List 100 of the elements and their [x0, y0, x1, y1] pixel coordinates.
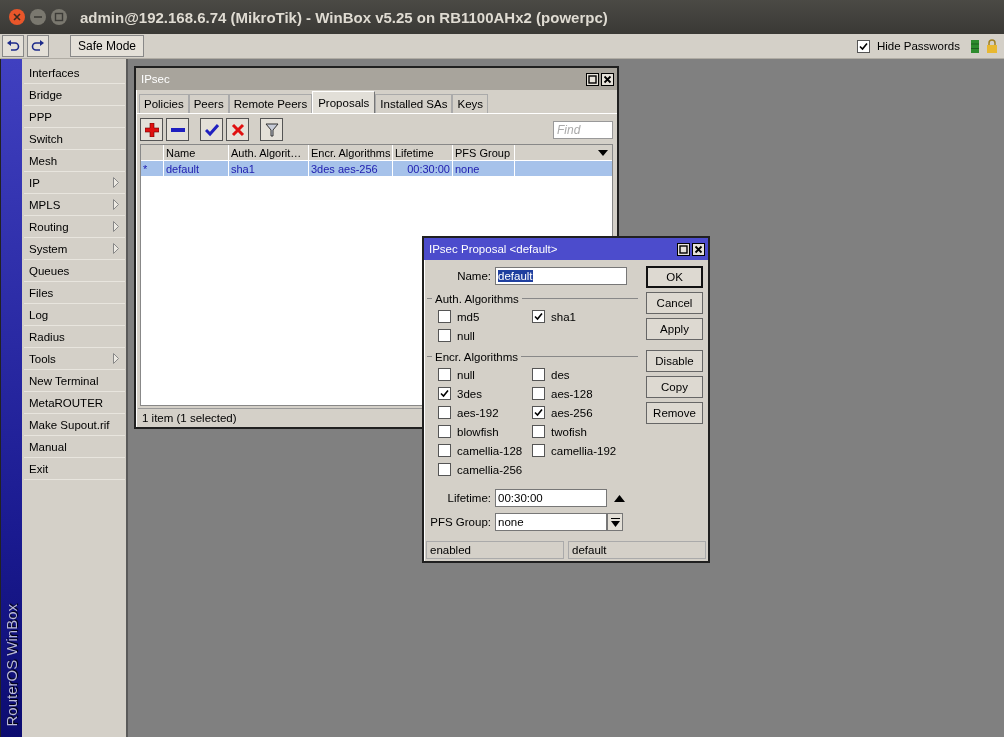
- menu-item[interactable]: Switch: [24, 128, 125, 150]
- menu-item[interactable]: Radius: [24, 326, 125, 348]
- dialog-button[interactable]: Disable: [646, 350, 703, 372]
- column-header[interactable]: PFS Group: [453, 145, 515, 160]
- table-cell: 3des aes-256: [309, 161, 393, 176]
- table-cell: 00:30:00: [393, 161, 453, 176]
- menu-item[interactable]: Manual: [24, 436, 125, 458]
- submenu-arrow-icon: [113, 353, 119, 364]
- dialog-button[interactable]: OK: [646, 266, 703, 288]
- checkbox-label: blowfish: [457, 425, 499, 438]
- dialog-button[interactable]: Cancel: [646, 292, 703, 314]
- tab[interactable]: Peers: [188, 94, 229, 113]
- checkbox[interactable]: [532, 425, 545, 438]
- column-header[interactable]: Name: [164, 145, 229, 160]
- checkbox-label: camellia-192: [551, 444, 617, 457]
- dialog-button[interactable]: Copy: [646, 376, 703, 398]
- column-header[interactable]: Auth. Algorit…: [229, 145, 309, 160]
- menu-item[interactable]: Queues: [24, 260, 125, 282]
- maximize-icon[interactable]: [586, 72, 599, 86]
- maximize-icon[interactable]: [677, 242, 690, 256]
- filter-button[interactable]: [260, 118, 283, 141]
- field-label: PFS Group:: [429, 516, 492, 528]
- close-icon[interactable]: [692, 242, 705, 256]
- window-controls-icon[interactable]: [8, 8, 68, 26]
- dropdown-arrow-icon[interactable]: [598, 149, 608, 156]
- checkbox[interactable]: [438, 387, 451, 400]
- window-title: admin@192.168.6.74 (MikroTik) - WinBox v5.25 on RB1100AHx2 (powerpc): [80, 8, 608, 26]
- tab[interactable]: Installed SAs: [375, 94, 453, 113]
- table-row[interactable]: * default sha1 3des aes-256 00:30:00 none: [141, 161, 612, 176]
- remove-button[interactable]: [166, 118, 189, 141]
- checkbox-label: aes-192: [457, 406, 499, 419]
- enable-button[interactable]: [200, 118, 223, 141]
- undo-button[interactable]: [2, 35, 24, 57]
- undo-icon: [6, 40, 20, 52]
- column-header[interactable]: Encr. Algorithms: [309, 145, 393, 160]
- tab[interactable]: Remote Peers: [228, 94, 313, 113]
- tab[interactable]: Policies: [139, 94, 189, 113]
- menu-item[interactable]: Tools: [24, 348, 125, 370]
- plus-icon: [144, 122, 159, 137]
- checkbox-label: md5: [457, 310, 480, 323]
- dialog-button[interactable]: Apply: [646, 318, 703, 340]
- dropdown-button[interactable]: [607, 513, 623, 531]
- menu-item[interactable]: Interfaces: [24, 62, 125, 84]
- lifetime-field[interactable]: 00:30:00: [495, 489, 607, 507]
- menu-item[interactable]: Mesh: [24, 150, 125, 172]
- menu-item[interactable]: MPLS: [24, 194, 125, 216]
- checkbox-label: aes-256: [551, 406, 593, 419]
- submenu-arrow-icon: [113, 199, 119, 210]
- checkbox[interactable]: [438, 310, 451, 323]
- window-title: IPsec: [141, 73, 170, 85]
- checkbox-label: null: [457, 329, 475, 342]
- column-header[interactable]: Lifetime: [393, 145, 453, 160]
- checkbox[interactable]: [856, 39, 870, 53]
- checkbox[interactable]: [532, 310, 545, 323]
- menu-item[interactable]: PPP: [24, 106, 125, 128]
- pfs-group-field[interactable]: none: [495, 513, 607, 531]
- menu-item[interactable]: IP: [24, 172, 125, 194]
- dropdown-arrow-icon: [610, 517, 620, 527]
- redo-button[interactable]: [27, 35, 49, 57]
- dialog-button[interactable]: Remove: [646, 402, 703, 424]
- find-field[interactable]: Find: [553, 120, 613, 139]
- checkbox[interactable]: [532, 387, 545, 400]
- menu-item[interactable]: Routing: [24, 216, 125, 238]
- checkbox[interactable]: [532, 444, 545, 457]
- safe-mode-button[interactable]: Safe Mode: [70, 35, 145, 57]
- checkbox[interactable]: [532, 406, 545, 419]
- row-flag: *: [141, 161, 164, 176]
- field-label: Lifetime:: [446, 492, 492, 504]
- name-field[interactable]: default: [495, 267, 627, 285]
- group-title: Encr. Algorithms: [435, 350, 519, 363]
- menu-item[interactable]: New Terminal: [24, 370, 125, 392]
- checkbox[interactable]: [438, 406, 451, 419]
- menu-item[interactable]: Log: [24, 304, 125, 326]
- add-button[interactable]: [140, 118, 163, 141]
- checkbox[interactable]: [438, 368, 451, 381]
- tab[interactable]: Keys: [452, 94, 489, 113]
- checkbox[interactable]: [438, 463, 451, 476]
- menu-item[interactable]: Exit: [24, 458, 125, 480]
- cross-icon: [230, 122, 245, 137]
- checkbox-label: twofish: [551, 425, 587, 438]
- menu-item[interactable]: Bridge: [24, 84, 125, 106]
- checkbox-label: camellia-256: [457, 463, 523, 476]
- menu-item[interactable]: Files: [24, 282, 125, 304]
- checkbox[interactable]: [532, 368, 545, 381]
- close-icon[interactable]: [601, 72, 614, 86]
- table-cell: default: [164, 161, 229, 176]
- checkbox-label: null: [457, 368, 475, 381]
- tab[interactable]: Proposals: [312, 91, 376, 113]
- checkbox[interactable]: [438, 444, 451, 457]
- collapse-arrow-icon[interactable]: [614, 494, 625, 502]
- disable-button[interactable]: [226, 118, 249, 141]
- checkbox[interactable]: [438, 329, 451, 342]
- menu-item[interactable]: MetaROUTER: [24, 392, 125, 414]
- status-icon: [971, 39, 979, 53]
- checkbox[interactable]: [438, 425, 451, 438]
- menu-item[interactable]: Make Supout.rif: [24, 414, 125, 436]
- status-text: 1 item (1 selected): [142, 412, 237, 424]
- menu-item[interactable]: System: [24, 238, 125, 260]
- status-text: default: [568, 541, 706, 559]
- checkbox-label: 3des: [457, 387, 482, 400]
